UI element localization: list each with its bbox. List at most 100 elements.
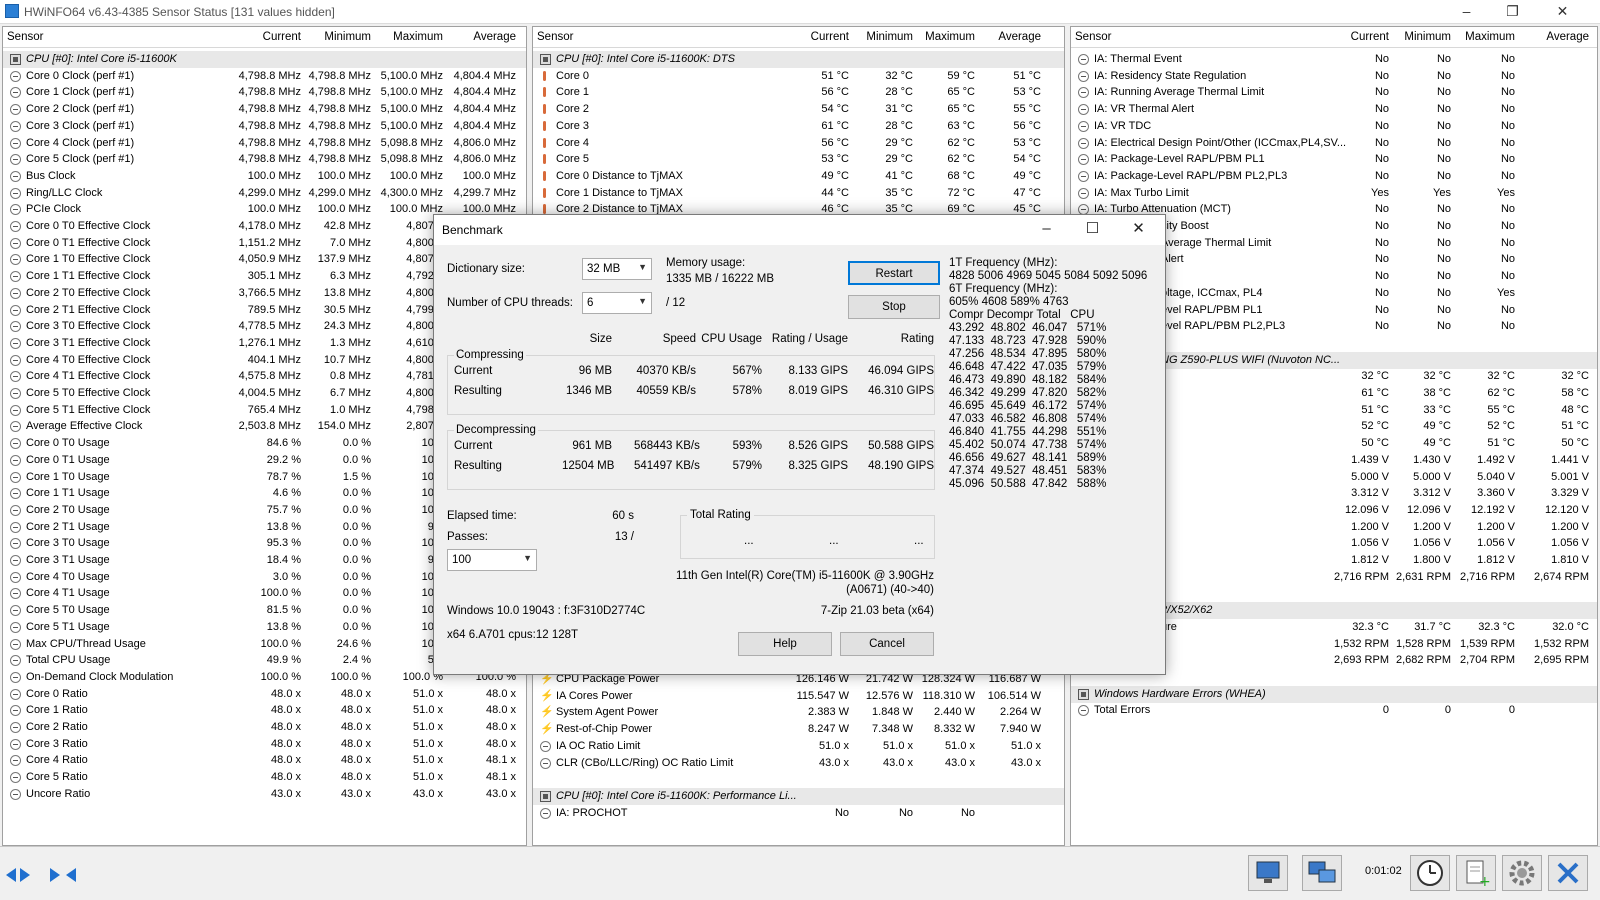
sensor-group-header[interactable]: CPU [#0]: Intel Core i5-11600K: Performa… (533, 787, 1064, 805)
column-header-maximum[interactable]: Maximum (1451, 31, 1515, 43)
sensor-row[interactable]: Core 3 Ratio 48.0 x 48.0 x 51.0 x 48.0 x (3, 736, 526, 753)
sensor-row[interactable]: Core 1 Ratio 48.0 x 48.0 x 51.0 x 48.0 x (3, 702, 526, 719)
sensor-row[interactable]: Core 4 Ratio 48.0 x 48.0 x 51.0 x 48.1 x (3, 752, 526, 769)
chevron-down-icon: ▼ (523, 553, 532, 563)
sensor-row[interactable]: Core 4 Clock (perf #1) 4,798.8 MHz 4,798.8… (3, 135, 526, 152)
dictionary-size-select[interactable]: 32 MB ▼ (582, 258, 652, 280)
column-header-average[interactable]: Average (1519, 31, 1589, 43)
sensor-row[interactable]: IA: PROCHOT No No No (533, 805, 1064, 822)
sensor-row[interactable]: System Agent Power 2.383 W 1.848 W 2.440 W 2… (533, 704, 1064, 721)
column-header-minimum[interactable]: Minimum (1387, 31, 1451, 43)
sensor-value-current: 1,532 RPM (1333, 637, 1389, 650)
sensor-row[interactable]: Uncore Ratio 43.0 x 43.0 x 43.0 x 43.0 x (3, 786, 526, 803)
cpu-threads-select[interactable]: 6 ▼ (582, 292, 652, 314)
column-header-average[interactable]: Average (446, 31, 516, 43)
column-header-minimum[interactable]: Minimum (303, 31, 371, 43)
help-button[interactable]: Help (738, 632, 832, 656)
sensor-row[interactable]: Core 4 56 °C 29 °C 62 °C 53 °C (533, 135, 1064, 152)
column-header-current[interactable]: Current (1319, 31, 1389, 43)
sensor-row[interactable]: Core 0 51 °C 32 °C 59 °C 51 °C (533, 68, 1064, 85)
column-header-sensor[interactable]: Sensor (7, 31, 43, 43)
sensor-value-average: 43.0 x (486, 787, 516, 800)
navigate-columns-button[interactable] (48, 859, 86, 889)
navigate-left-right-button[interactable] (4, 859, 42, 889)
close-button[interactable]: ✕ (1540, 0, 1585, 24)
sensor-row[interactable]: Total Errors 0 0 0 (1071, 702, 1597, 719)
sensor-value-maximum: 62 °C (1487, 387, 1515, 399)
sensor-value-current: 4,004.5 MHz (238, 387, 301, 399)
sensor-row[interactable]: IA: Running Average Thermal Limit No No No (1071, 84, 1597, 101)
sensor-group-header[interactable]: Windows Hardware Errors (WHEA) (1071, 685, 1597, 703)
maximize-button[interactable]: ❐ (1490, 0, 1535, 24)
sensor-value-maximum: 43.0 x (945, 756, 975, 769)
sensor-row[interactable]: Rest-of-Chip Power 8.247 W 7.348 W 8.332 W 7… (533, 721, 1064, 738)
minimize-button[interactable]: – (1444, 0, 1489, 24)
column-header-sensor[interactable]: Sensor (537, 31, 573, 43)
dialog-minimize-button[interactable]: – (1024, 215, 1069, 245)
sensor-row[interactable]: IA Cores Power 115.547 W 12.576 W 118.310 W… (533, 688, 1064, 705)
sensor-value-minimum: No (1436, 153, 1451, 166)
sensor-row[interactable]: Core 2 54 °C 31 °C 65 °C 55 °C (533, 101, 1064, 118)
passes-select[interactable]: 100 ▼ (447, 549, 537, 571)
sensor-row[interactable]: Bus Clock 100.0 MHz 100.0 MHz 100.0 MHz 100.… (3, 168, 526, 185)
network-icon[interactable] (1302, 855, 1342, 891)
sensor-row[interactable]: IA OC Ratio Limit 51.0 x 51.0 x 51.0 x 51.0 … (533, 738, 1064, 755)
freq-6t-values: 605% 4608 589% 4763 (949, 296, 1069, 308)
sensor-row[interactable]: Core 5 53 °C 29 °C 62 °C 54 °C (533, 151, 1064, 168)
sensor-row[interactable]: IA: Package-Level RAPL/PBM PL2,PL3 No No No (1071, 168, 1597, 185)
sensor-row[interactable]: Core 1 56 °C 28 °C 65 °C 53 °C (533, 84, 1064, 101)
sensor-value-current: 5.000 V (1351, 470, 1389, 483)
column-header-current[interactable]: Current (779, 31, 849, 43)
gear-icon[interactable] (1502, 855, 1542, 891)
sensor-row[interactable]: Core 2 Ratio 48.0 x 48.0 x 51.0 x 48.0 x (3, 719, 526, 736)
sensor-value-average: 48.0 x (486, 704, 516, 717)
sensor-row[interactable]: Core 2 Clock (perf #1) 4,798.8 MHz 4,798.8… (3, 101, 526, 118)
sensor-value-maximum: 55 °C (1487, 403, 1515, 416)
column-header-minimum[interactable]: Minimum (849, 31, 913, 43)
cancel-button[interactable]: Cancel (840, 632, 934, 656)
report-add-icon[interactable]: + (1456, 855, 1496, 891)
sensor-row[interactable]: IA: Package-Level RAPL/PBM PL1 No No No (1071, 151, 1597, 168)
sensor-row[interactable]: IA: Electrical Design Point/Other (ICCma… (1071, 135, 1597, 152)
column-header-maximum[interactable]: Maximum (913, 31, 975, 43)
sensor-row[interactable]: CLR (CBo/LLC/Ring) OC Ratio Limit 43.0 x 4… (533, 755, 1064, 772)
clock-icon[interactable] (1410, 855, 1450, 891)
sensor-label: Core 1 Ratio (26, 704, 88, 717)
sensor-value-maximum: 1.056 V (1477, 537, 1515, 550)
sensor-row[interactable]: Ring/LLC Clock 4,299.0 MHz 4,299.0 MHz 4,30… (3, 185, 526, 202)
sensor-value-current: 4,798.8 MHz (238, 119, 301, 132)
restart-button[interactable]: Restart (848, 261, 940, 285)
sensor-row[interactable]: IA: Residency State Regulation No No No (1071, 68, 1597, 85)
close-icon[interactable] (1548, 855, 1588, 891)
sensor-row[interactable]: Core 0 Distance to TjMAX 49 °C 41 °C 68 °C 4… (533, 168, 1064, 185)
column-header-sensor[interactable]: Sensor (1075, 31, 1111, 43)
sensor-value-maximum: 1,539 RPM (1459, 637, 1515, 650)
sensor-row[interactable]: Core 1 Clock (perf #1) 4,798.8 MHz 4,798.8… (3, 84, 526, 101)
sensor-icon (10, 738, 21, 750)
dialog-close-button[interactable]: ✕ (1116, 215, 1161, 245)
dialog-maximize-button[interactable]: ☐ (1070, 215, 1115, 245)
memory-usage-value: 1335 MB / 16222 MB (666, 273, 775, 285)
monitor-icon[interactable] (1248, 855, 1288, 891)
sensor-row[interactable]: IA: VR TDC No No No (1071, 118, 1597, 135)
sensor-row[interactable]: Core 0 Ratio 48.0 x 48.0 x 51.0 x 48.0 x (3, 686, 526, 703)
sensor-value-minimum: 1.5 % (342, 470, 371, 483)
sensor-row[interactable]: Core 0 Clock (perf #1) 4,798.8 MHz 4,798.8… (3, 68, 526, 85)
stop-button[interactable]: Stop (848, 295, 940, 319)
sensor-row[interactable]: Core 3 Clock (perf #1) 4,798.8 MHz 4,798.8… (3, 118, 526, 135)
sensor-row[interactable]: Core 1 Distance to TjMAX 44 °C 35 °C 72 °C 4… (533, 185, 1064, 202)
sensor-row[interactable]: Core 3 61 °C 28 °C 63 °C 56 °C (533, 118, 1064, 135)
sensor-row[interactable]: IA: VR Thermal Alert No No No (1071, 101, 1597, 118)
sensor-row[interactable]: IA: Max Turbo Limit Yes Yes Yes (1071, 185, 1597, 202)
sensor-row[interactable]: IA: Thermal Event No No No (1071, 51, 1597, 68)
column-header-maximum[interactable]: Maximum (373, 31, 443, 43)
sensor-value-minimum: No (1436, 303, 1451, 316)
sensor-row[interactable]: Core 5 Ratio 48.0 x 48.0 x 51.0 x 48.1 x (3, 769, 526, 786)
sensor-group-header[interactable]: CPU [#0]: Intel Core i5-11600K: DTS (533, 51, 1064, 68)
sensor-row[interactable] (533, 771, 1064, 788)
sensor-value-current: 48.0 x (271, 704, 301, 717)
sensor-row[interactable]: Core 5 Clock (perf #1) 4,798.8 MHz 4,798.8… (3, 151, 526, 168)
column-header-current[interactable]: Current (231, 31, 301, 43)
sensor-group-header[interactable]: CPU [#0]: Intel Core i5-11600K (3, 51, 526, 68)
column-header-average[interactable]: Average (977, 31, 1041, 43)
